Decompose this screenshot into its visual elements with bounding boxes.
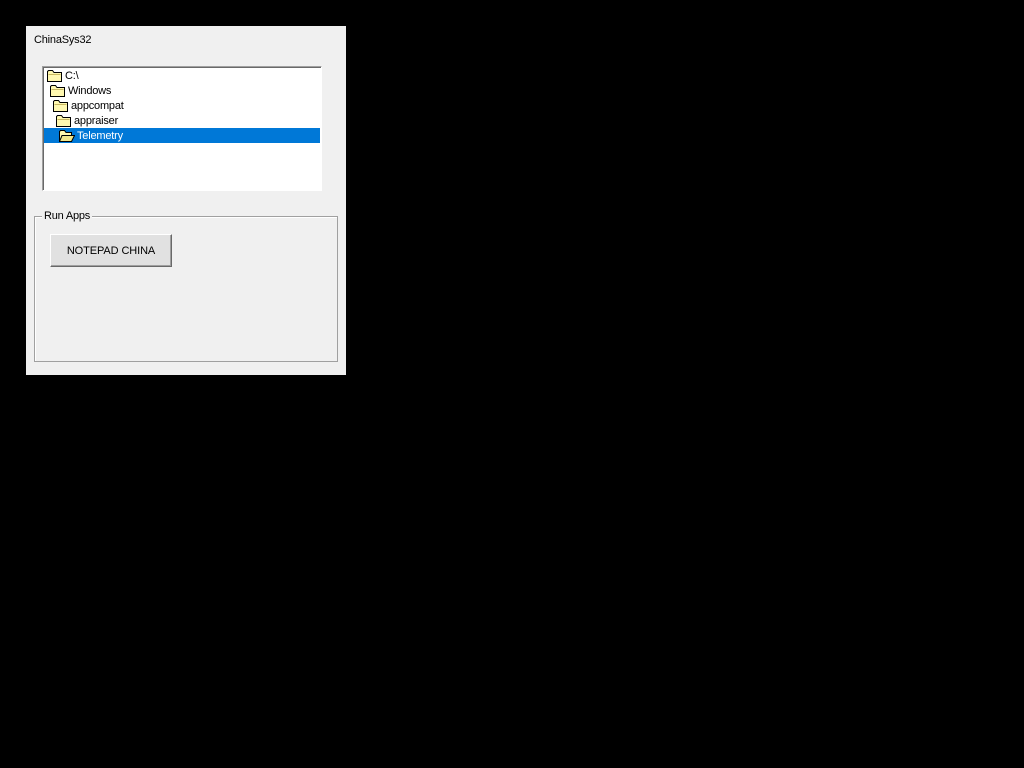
tree-item-c-drive[interactable]: C:\: [47, 68, 79, 83]
folder-tree-view[interactable]: C:\ Windows appcompat appraiser Telemetr…: [42, 66, 322, 191]
tree-item-appcompat[interactable]: appcompat: [53, 98, 124, 113]
window-title: ChinaSys32: [34, 34, 92, 46]
notepad-china-button[interactable]: NOTEPAD CHINA: [50, 234, 172, 267]
tree-item-windows[interactable]: Windows: [50, 83, 111, 98]
folder-open-icon: [59, 130, 75, 142]
run-apps-legend: Run Apps: [42, 210, 93, 222]
folder-icon: [56, 115, 71, 127]
tree-item-appraiser[interactable]: appraiser: [56, 113, 118, 128]
tree-item-label: appcompat: [71, 99, 124, 112]
folder-icon: [53, 100, 68, 112]
tree-item-label: Windows: [68, 84, 112, 97]
chinasys32-window: ChinaSys32 C:\ Windows appcompat apprais…: [26, 26, 346, 375]
tree-item-label: appraiser: [74, 114, 119, 127]
tree-item-label: Telemetry: [77, 129, 123, 142]
run-apps-group: Run Apps NOTEPAD CHINA: [34, 210, 338, 362]
folder-icon: [47, 70, 62, 82]
tree-item-label: C:\: [65, 69, 79, 82]
folder-icon: [50, 85, 65, 97]
tree-item-telemetry[interactable]: Telemetry: [44, 128, 320, 143]
